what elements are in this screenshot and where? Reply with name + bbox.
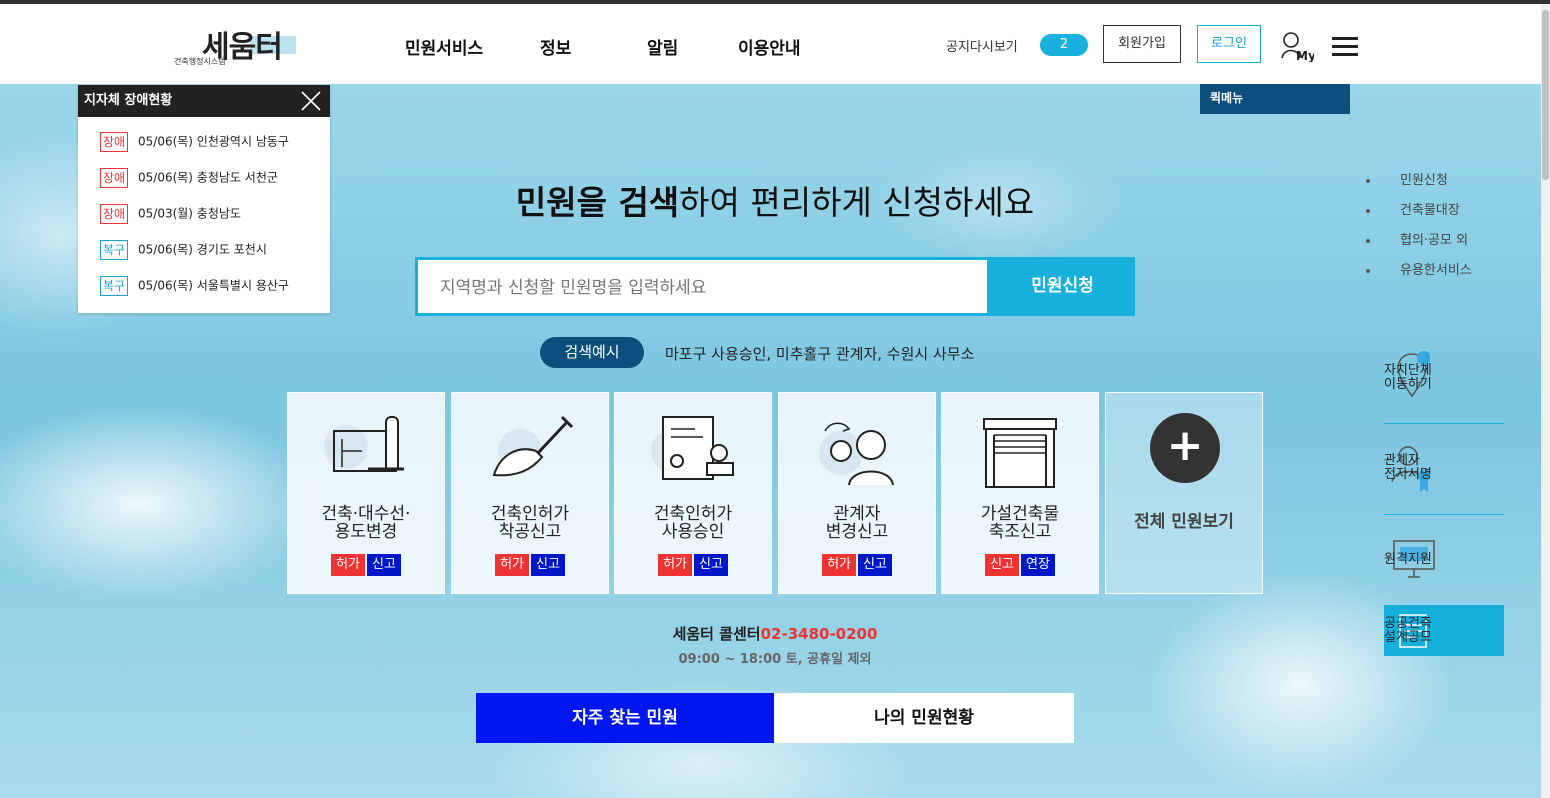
side-menu-label: 관계자 — [1384, 453, 1420, 468]
search-example-label: 검색예시 — [540, 337, 644, 368]
fault-text: 05/06(목) 인천광역시 남동구 — [138, 134, 289, 149]
logo[interactable]: 세움터 건축행정시스템 — [172, 22, 302, 68]
side-menu-remote-support[interactable]: 원격지원 — [1384, 535, 1504, 585]
card-title: 관계자 변경신고 — [825, 504, 889, 542]
side-menu-e-signature[interactable]: 관계자 전자서명 — [1384, 444, 1504, 504]
fault-text: 05/06(목) 경기도 포천시 — [138, 242, 267, 257]
hero-headline: 민원을 검색하여 편리하게 신청하세요 — [515, 183, 1035, 222]
tab-my-status[interactable]: 나의 민원현황 — [774, 693, 1074, 743]
logo-subtitle: 건축행정시스템 — [174, 57, 226, 66]
notice-count-badge[interactable]: 2 — [1040, 34, 1088, 56]
nav-guide[interactable]: 이용안내 — [738, 34, 801, 59]
quick-link-useful-services[interactable]: 유용한서비스 — [1366, 259, 1472, 278]
people-swap-icon — [819, 422, 894, 486]
side-menu-label: 전자서명 — [1384, 467, 1432, 482]
report-chip[interactable]: 신고 — [531, 554, 565, 576]
card-title: 가설건축물 축조신고 — [980, 504, 1060, 542]
quick-menu-title: 퀵메뉴 — [1200, 84, 1350, 114]
report-chip[interactable]: 신고 — [367, 554, 401, 576]
service-card-construction-start[interactable]: 건축인허가 착공신고 허가 신고 — [451, 392, 609, 594]
my-page-icon[interactable]: My — [1280, 30, 1316, 63]
permit-chip[interactable]: 허가 — [658, 554, 692, 576]
side-menu-label: 원격지원 — [1384, 552, 1432, 567]
fault-panel-title: 지자체 장애현황 — [84, 93, 173, 108]
header: 세움터 건축행정시스템 민원서비스 정보 알림 이용안내 공지다시보기 2 회원… — [0, 4, 1550, 85]
nav-info[interactable]: 정보 — [540, 34, 571, 59]
tab-frequent-services[interactable]: 자주 찾는 민원 — [476, 693, 774, 743]
report-chip[interactable]: 신고 — [858, 554, 892, 576]
close-icon[interactable] — [300, 90, 322, 112]
plus-icon: + — [1150, 413, 1220, 483]
recovery-tag: 복구 — [100, 240, 128, 260]
service-card-use-approval[interactable]: 건축인허가 사용승인 허가 신고 — [614, 392, 772, 594]
quick-link-consultation[interactable]: 협의·공모 외 — [1366, 229, 1468, 248]
nav-civil-service[interactable]: 민원서비스 — [405, 34, 483, 59]
recovery-tag: 복구 — [100, 276, 128, 296]
report-chip[interactable]: 신고 — [694, 554, 728, 576]
permit-chip[interactable]: 허가 — [331, 554, 365, 576]
callcenter-info: 세움터 콜센터02-3480-0200 — [672, 625, 878, 643]
card-title: 전체 민원보기 — [1134, 512, 1234, 532]
shutter-icon — [983, 418, 1057, 488]
fault-item[interactable]: 장애 05/06(목) 인천광역시 남동구 — [100, 132, 289, 152]
nav-notice[interactable]: 알림 — [647, 34, 678, 59]
fault-text: 05/06(목) 서울특별시 용산구 — [138, 278, 289, 293]
service-card-party-change[interactable]: 관계자 변경신고 허가 신고 — [778, 392, 936, 594]
card-title: 건축·대수선· 용도변경 — [321, 504, 411, 542]
callcenter-hours: 09:00 ~ 18:00 토, 공휴일 제외 — [678, 652, 872, 667]
permit-chip[interactable]: 허가 — [495, 554, 529, 576]
civil-apply-button[interactable]: 민원신청 — [990, 257, 1135, 316]
login-button[interactable]: 로그인 — [1197, 25, 1261, 63]
search-example-text[interactable]: 마포구 사용승인, 미추홀구 관계자, 수원시 사무소 — [665, 343, 974, 364]
blueprint-icon — [324, 416, 404, 472]
notice-replay-label[interactable]: 공지다시보기 — [946, 36, 1018, 55]
side-menu-label: 이동하기 — [1384, 377, 1432, 392]
fault-item[interactable]: 복구 05/06(목) 경기도 포천시 — [100, 240, 267, 260]
permit-chip[interactable]: 허가 — [822, 554, 856, 576]
card-title: 건축인허가 착공신고 — [490, 504, 570, 542]
join-button[interactable]: 회원가입 — [1103, 25, 1181, 63]
shovel-icon — [492, 415, 574, 477]
svg-text:My: My — [1296, 49, 1314, 62]
hamburger-menu-icon[interactable] — [1332, 37, 1358, 57]
callcenter-number: 02-3480-0200 — [760, 625, 878, 643]
side-divider — [1384, 514, 1504, 515]
report-chip[interactable]: 신고 — [985, 554, 1019, 576]
service-card-building-change[interactable]: 건축·대수선· 용도변경 허가 신고 — [287, 392, 445, 594]
document-stamp-icon — [651, 416, 734, 480]
side-menu-local-gov[interactable]: 자치단체 이동하기 — [1384, 350, 1504, 410]
fault-item[interactable]: 복구 05/06(목) 서울특별시 용산구 — [100, 276, 289, 296]
fault-tag: 장애 — [100, 132, 128, 152]
extension-chip[interactable]: 연장 — [1021, 554, 1055, 576]
service-card-temporary-building[interactable]: 가설건축물 축조신고 신고 연장 — [941, 392, 1099, 594]
search-box — [415, 257, 990, 316]
card-title: 건축인허가 사용승인 — [653, 504, 733, 542]
scrollbar[interactable] — [1541, 4, 1550, 798]
search-input[interactable] — [438, 260, 982, 315]
side-menu-label: 자치단체 — [1384, 363, 1432, 378]
view-all-services-card[interactable]: + 전체 민원보기 — [1105, 392, 1263, 594]
side-divider — [1384, 423, 1504, 424]
